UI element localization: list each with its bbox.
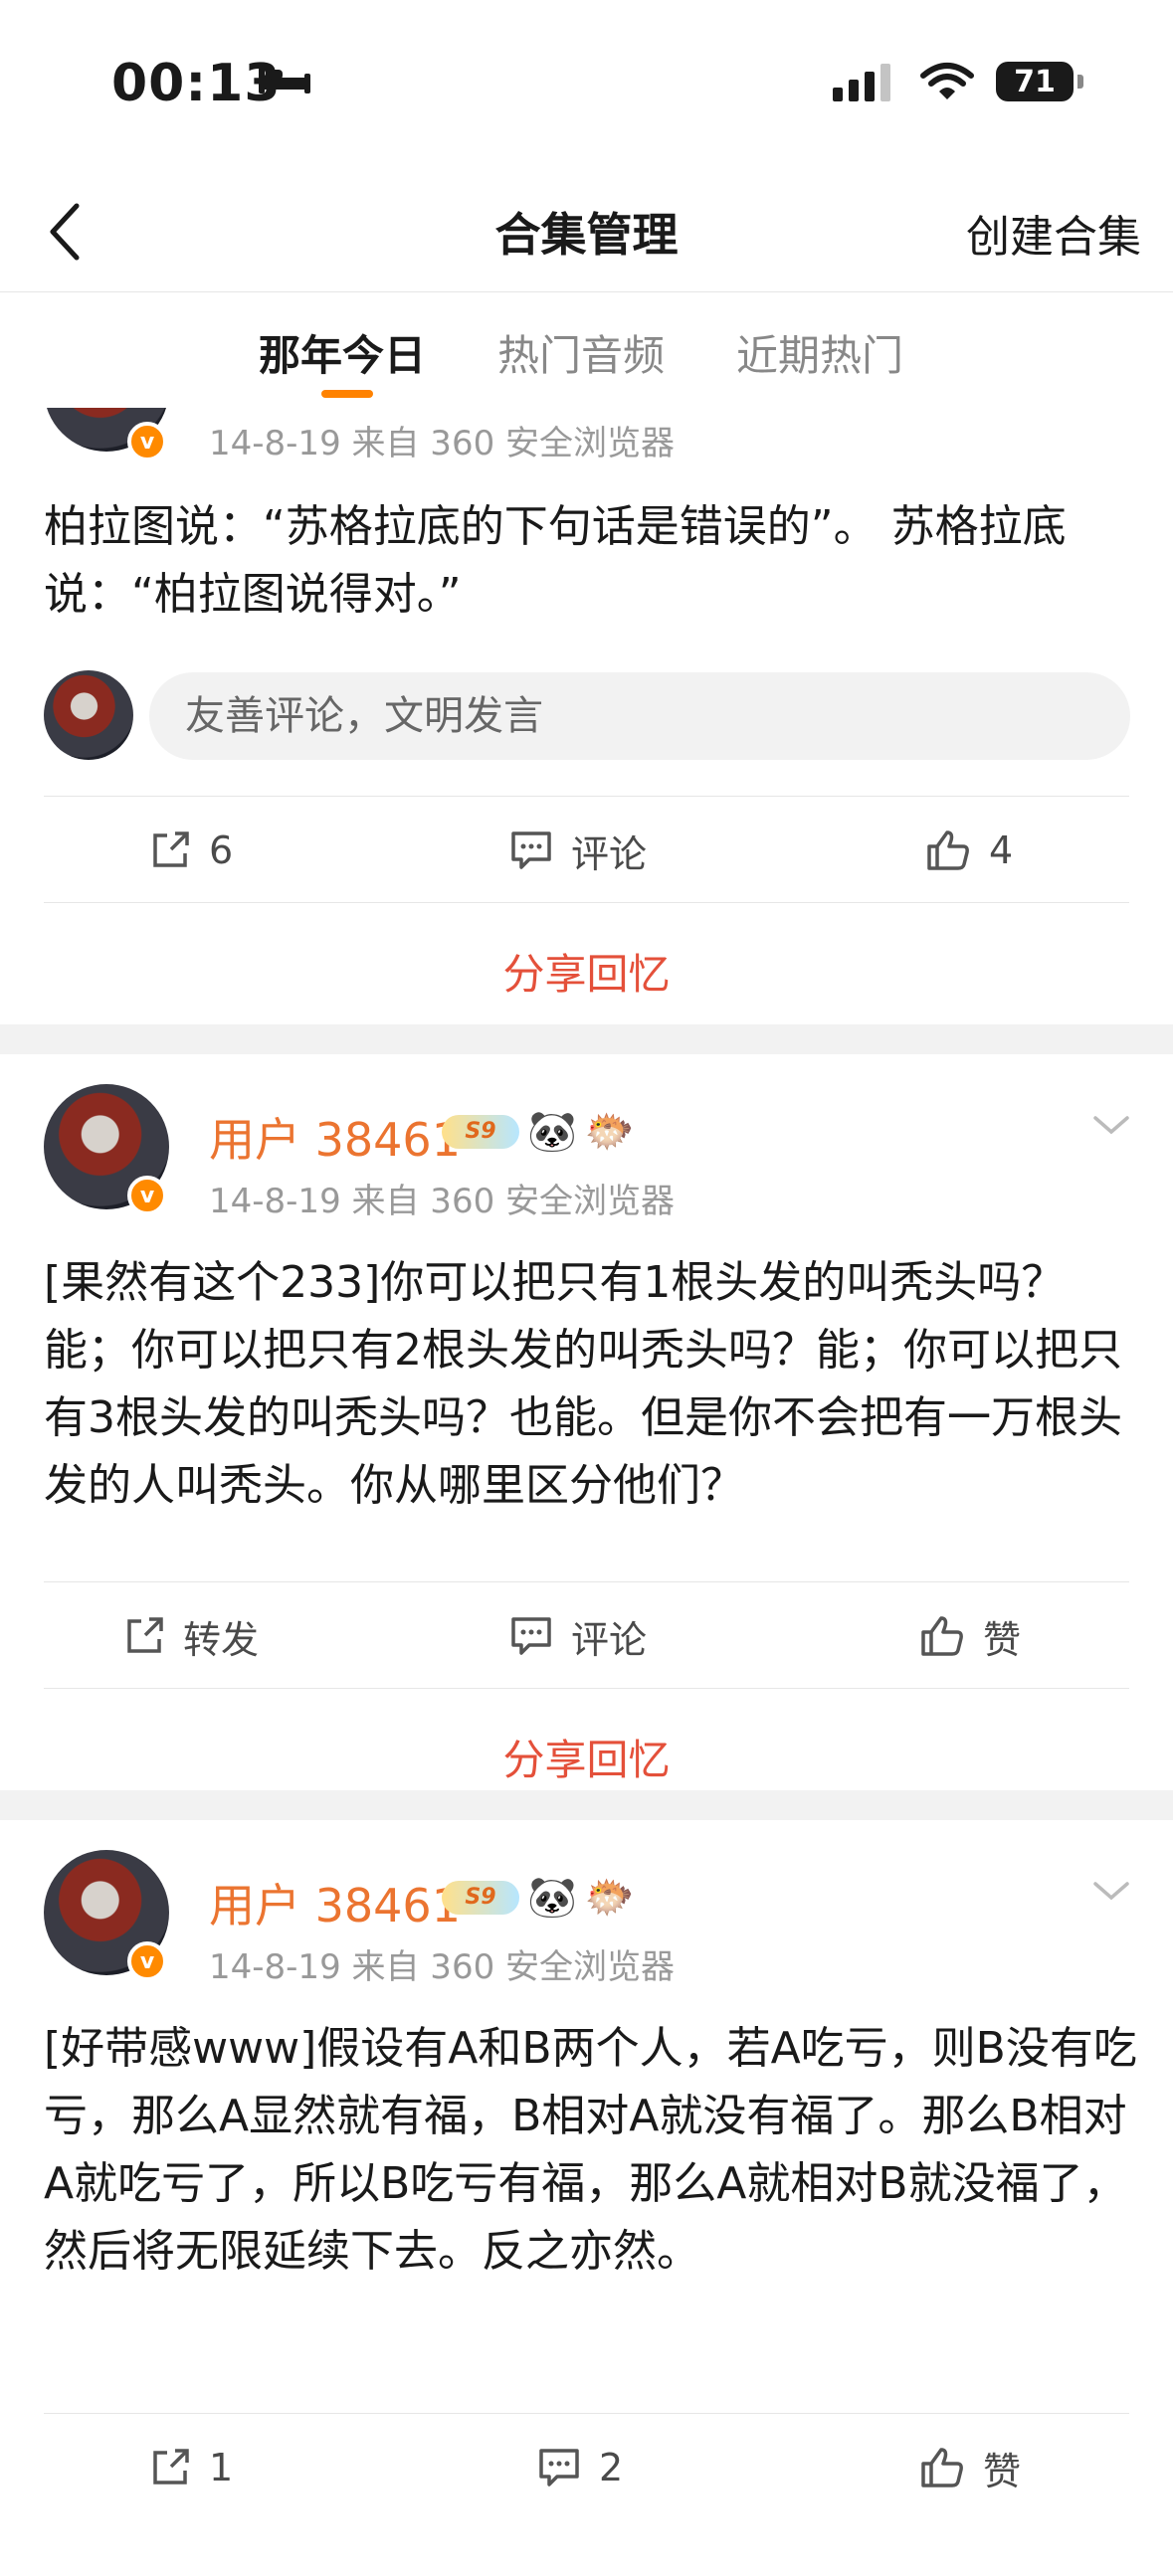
share-memory-button[interactable]: 分享回忆 [0, 941, 1173, 1002]
feed[interactable]: v 14-8-19 来自 360 安全浏览器 柏拉图说：“苏格拉底的下句话是错误… [0, 326, 1173, 2576]
repost-icon [153, 2449, 189, 2484]
post-card: v 用户 38461 S9 🐼 🐡 14-8-19 来自 360 安全浏览器 [… [0, 1054, 1173, 1790]
tab-hot-audio[interactable]: 热门音频 [497, 322, 665, 383]
comment-input[interactable]: 友善评论，文明发言 [149, 672, 1130, 760]
tab-on-this-day[interactable]: 那年今日 [259, 322, 426, 383]
like-button[interactable]: 赞 [919, 2414, 1021, 2521]
thumbs-up-icon [921, 1616, 963, 1656]
username[interactable]: 用户 38461 [209, 1870, 461, 1935]
like-count: 4 [989, 828, 1014, 872]
thumbs-up-icon [927, 830, 969, 870]
signal-icon [833, 64, 890, 101]
repost-count: 6 [209, 828, 234, 872]
repost-button[interactable]: 6 [149, 797, 233, 904]
tab-recent-hot[interactable]: 近期热门 [736, 322, 903, 383]
thumbs-up-icon [921, 2448, 963, 2487]
comment-label: 评论 [571, 831, 648, 876]
status-bar: 00:13 71 [0, 0, 1173, 169]
post-meta: 14-8-19 来自 360 安全浏览器 [209, 1182, 676, 1221]
tab-bar: 那年今日 热门音频 近期热门 [0, 292, 1173, 408]
status-time: 00:13 [111, 54, 282, 113]
username[interactable]: 用户 38461 [209, 1104, 461, 1170]
battery-indicator: 71 [996, 62, 1083, 101]
create-collection-button[interactable]: 创建合集 [966, 201, 1141, 265]
like-label: 赞 [983, 1617, 1022, 1662]
post-actions: 转发 评论 赞 [44, 1581, 1129, 1689]
svip-badge: S9 [442, 1114, 519, 1149]
tab-indicator [321, 390, 373, 398]
repost-button[interactable]: 转发 [123, 1582, 259, 1690]
pufferfish-icon: 🐡 [584, 1875, 635, 1921]
my-avatar [44, 670, 133, 760]
repost-button[interactable]: 1 [149, 2414, 233, 2521]
sleep-focus-icon [259, 68, 310, 93]
pufferfish-icon: 🐡 [584, 1109, 635, 1155]
panda-icon: 🐼 [527, 1109, 577, 1155]
svip-badge: S9 [442, 1880, 519, 1915]
repost-icon [127, 1617, 163, 1653]
chevron-down-icon[interactable] [1091, 1880, 1131, 1904]
post-meta: 14-8-19 来自 360 安全浏览器 [209, 424, 676, 463]
like-label: 赞 [983, 2449, 1022, 2493]
post-meta: 14-8-19 来自 360 安全浏览器 [209, 1947, 676, 1987]
navigation-bar: 合集管理 创建合集 [0, 169, 1173, 292]
post-card: v 用户 38461 S9 🐼 🐡 14-8-19 来自 360 安全浏览器 [… [0, 1820, 1173, 2576]
repost-label: 转发 [183, 1617, 260, 1662]
panda-icon: 🐼 [527, 1875, 577, 1921]
verified-badge-icon: v [127, 1176, 167, 1215]
like-button[interactable]: 赞 [919, 1582, 1021, 1690]
comment-button[interactable]: 2 [537, 2414, 623, 2521]
chevron-down-icon[interactable] [1091, 1114, 1131, 1138]
status-icons: 71 [833, 62, 1083, 101]
repost-icon [153, 831, 189, 867]
divider [0, 1024, 1173, 1054]
comment-count: 2 [599, 2446, 624, 2489]
comment-icon [511, 1617, 551, 1655]
user-badges: S9 🐼 🐡 [442, 1874, 635, 1921]
post-text: 柏拉图说：“苏格拉底的下句话是错误的”。 苏格拉底说：“柏拉图说得对。” [44, 501, 1067, 620]
divider [0, 1790, 1173, 1820]
like-button[interactable]: 4 [925, 797, 1013, 904]
post-actions: 6 评论 4 [44, 796, 1129, 903]
comment-button[interactable]: 评论 [509, 1582, 647, 1690]
user-badges: S9 🐼 🐡 [442, 1108, 635, 1155]
comment-icon [539, 2449, 579, 2486]
comment-button[interactable]: 评论 [509, 797, 647, 904]
verified-badge-icon: v [127, 1941, 167, 1981]
post-text: [好带感www]假设有A和B两个人，若A吃亏，则B没有吃亏，那么A显然就有福，B… [44, 2023, 1137, 2277]
post-actions: 1 2 赞 [44, 2413, 1129, 2520]
post-card: v 14-8-19 来自 360 安全浏览器 柏拉图说：“苏格拉底的下句话是错误… [0, 326, 1173, 1024]
comment-icon [511, 831, 551, 869]
verified-badge-icon: v [127, 422, 167, 461]
repost-count: 1 [209, 2446, 234, 2489]
post-text: [果然有这个233]你可以把只有1根头发的叫秃头吗？能；你可以把只有2根头发的叫… [44, 1257, 1122, 1511]
comment-label: 评论 [571, 1617, 648, 1662]
share-memory-button[interactable]: 分享回忆 [0, 1727, 1173, 1787]
wifi-icon [920, 63, 974, 99]
